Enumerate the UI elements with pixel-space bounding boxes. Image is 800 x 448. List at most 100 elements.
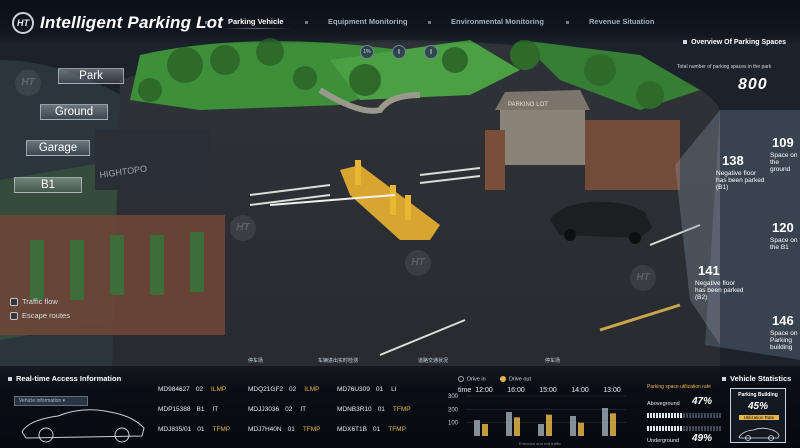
bar-drive-out (546, 414, 552, 436)
bar-drive-in (570, 416, 576, 436)
underground-bar (647, 426, 721, 431)
pause-view-button[interactable]: || (392, 45, 406, 59)
vehicle-type: TFMP (302, 426, 321, 433)
access-record[interactable]: MDX6T1B 01 TFMP (337, 426, 406, 433)
parking-building-card[interactable]: Parking Building 45% Utilization Rate (730, 388, 786, 443)
access-title-text: Real-time Access Information (16, 374, 122, 383)
nav-tick (428, 20, 431, 24)
level-b1-button[interactable]: B1 (14, 177, 82, 193)
floor: 02 (289, 386, 297, 393)
access-record[interactable]: MD984627 02 ILMP (158, 386, 226, 393)
b1-parked-count: 138 (722, 153, 744, 168)
vehicle-type: ILMP (211, 386, 227, 393)
access-record[interactable]: MD76U309 01 LI (337, 386, 397, 393)
bar-drive-in (506, 412, 512, 436)
total-spaces-value: 800 (738, 76, 768, 93)
floor: 01 (375, 386, 384, 393)
access-record[interactable]: MDP15388 B1 IT (158, 406, 218, 413)
b1-parked-label: Negative floor has been parked (B1) (716, 170, 765, 191)
legend-label: Drive out (509, 376, 532, 383)
level-ground-button[interactable]: Ground (40, 104, 108, 120)
traffic-flow-toggle[interactable]: Traffic flow (10, 297, 58, 307)
ground-space-label: Space on the ground (770, 152, 798, 173)
bar-drive-out (482, 424, 488, 436)
floor: 01 (287, 426, 295, 433)
traffic-flow-label: Traffic flow (22, 297, 58, 306)
utilization-rate-label: Utilization Rate (739, 415, 779, 420)
access-record[interactable]: MDJJ3036 02 IT (248, 406, 306, 413)
access-record[interactable]: MDQ21GF2 02 ILMP (248, 386, 319, 393)
escape-routes-label: Escape routes (22, 311, 70, 320)
section-dot-icon (722, 377, 726, 382)
traffic-flow-checkbox[interactable] (10, 298, 18, 307)
rotate-view-button[interactable]: 1% (360, 45, 374, 59)
plate: MDP15388 (158, 406, 191, 413)
aboveground-percent: 47% (692, 396, 713, 407)
bottom-tab[interactable]: 停车场 (248, 357, 263, 364)
watermark-logo: HT (630, 265, 656, 291)
plate: MDQ21GF2 (248, 386, 284, 393)
app-logo: HT (12, 12, 34, 34)
escape-routes-toggle[interactable]: Escape routes (10, 311, 70, 321)
floor: 01 (197, 426, 205, 433)
nav-label: Parking Vehicle (228, 17, 284, 26)
level-park-button[interactable]: Park (58, 68, 124, 84)
x-tick-label: 13:00 (603, 387, 621, 394)
vehicle-type: TFMP (212, 426, 231, 433)
bar-drive-in (602, 408, 608, 436)
bar-drive-in (474, 420, 480, 436)
watermark-logo: HT (15, 70, 41, 96)
aboveground-bar (647, 413, 721, 418)
floor: 01 (377, 406, 385, 413)
access-record[interactable]: MDJ835/01 01 TFMP (158, 426, 230, 433)
legend-swatch (458, 376, 464, 382)
nav-label: Equipment Monitoring (328, 17, 408, 26)
reset-view-button[interactable]: || (424, 45, 438, 59)
booth-sign: PARKING LOT (508, 102, 548, 108)
b1-space-count: 120 (772, 220, 794, 235)
plate: MD76U309 (337, 386, 370, 393)
nav-active-underline (222, 28, 292, 29)
b2-parked-label: Negative floor has been parked (B2) (695, 280, 744, 301)
underground-label: Underground (647, 438, 680, 444)
traffic-chart: time 12:00 16:00 15:00 14:00 13:00 100 200 300 En… (448, 387, 626, 446)
b1-space-label: Space on the B1 (770, 237, 798, 251)
utilization-title: Parking space utilization rate (647, 384, 711, 390)
vehicle-stats-title-text: Vehicle Statistics (730, 374, 792, 383)
nav-environmental-monitoring[interactable]: Environmental Monitoring (428, 17, 544, 31)
y-tick-label: 200 (448, 407, 459, 413)
plate: MDX6T1B (337, 426, 367, 433)
plate: MDNB3R10 (337, 406, 372, 413)
car-icon (738, 427, 780, 441)
bottom-tab[interactable]: 道路交通状况 (418, 357, 448, 364)
bottom-tab[interactable]: 车辆进出实时检测 (318, 357, 358, 364)
x-tick-label: 15:00 (539, 387, 557, 394)
legend-drive-in: Drive in (458, 376, 486, 382)
vehicle-stats-title: Vehicle Statistics (722, 374, 791, 383)
x-tick-label: 14:00 (571, 387, 589, 394)
floor: B1 (196, 406, 205, 413)
overview-title-text: Overview Of Parking Spaces (691, 39, 786, 46)
parking-building-percent: 45% (747, 401, 768, 412)
access-record[interactable]: MDJ7H40N 01 TFMP (248, 426, 321, 433)
app-title: Intelligent Parking Lot (40, 13, 224, 32)
escape-routes-checkbox[interactable] (10, 312, 18, 321)
total-spaces-label: Total number of parking spaces in the pa… (677, 64, 772, 70)
section-dot-icon (8, 377, 12, 382)
vehicle-type: TFMP (388, 426, 406, 433)
nav-equipment-monitoring[interactable]: Equipment Monitoring (305, 17, 408, 31)
plate: MDJ7H40N (248, 426, 282, 433)
plate: MDJJ3036 (248, 406, 280, 413)
chart-caption: Entrance and exit traffic (519, 441, 561, 446)
vehicle-type: IT (212, 406, 219, 413)
bottom-tab[interactable]: 停车场 (545, 357, 560, 364)
x-axis-label: time (458, 387, 471, 394)
level-garage-button[interactable]: Garage (26, 140, 90, 156)
ground-space-count: 109 (772, 135, 794, 150)
access-record[interactable]: MDNB3R10 01 TFMP (337, 406, 411, 413)
floor: 02 (195, 386, 204, 393)
y-tick-label: 100 (448, 421, 459, 427)
y-tick-label: 300 (448, 394, 459, 400)
nav-tick (305, 20, 308, 24)
nav-revenue-situation[interactable]: Revenue Situation (566, 17, 654, 31)
